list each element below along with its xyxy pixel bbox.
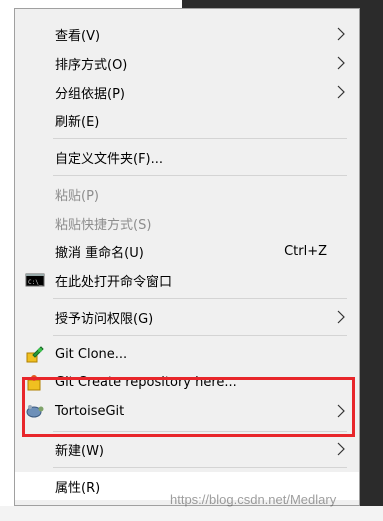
menu-item-tortoisegit[interactable]: TortoiseGit xyxy=(15,397,359,425)
chevron-right-icon xyxy=(337,310,345,324)
menu-separator xyxy=(53,335,347,336)
menu-item-grant-access[interactable]: 授予访问权限(G) xyxy=(15,303,359,331)
menu-item-new[interactable]: 新建(W) xyxy=(15,435,359,463)
shortcut-text: Ctrl+Z xyxy=(284,243,327,259)
background-window-edge xyxy=(182,0,383,8)
menu-separator xyxy=(53,298,347,299)
menu-item-git-clone[interactable]: Git Clone... xyxy=(15,340,359,368)
git-clone-icon xyxy=(26,346,44,363)
menu-separator xyxy=(53,138,347,139)
context-menu: 查看(V) 排序方式(O) 分组依据(P) 刷新(E) 自定义文件夹(F)...… xyxy=(14,8,360,506)
chevron-right-icon xyxy=(337,56,345,70)
menu-separator xyxy=(53,467,347,468)
menu-item-refresh[interactable]: 刷新(E) xyxy=(15,106,359,134)
menu-item-view[interactable]: 查看(V) xyxy=(15,20,359,48)
svg-text:C:\_: C:\_ xyxy=(28,279,43,286)
menu-item-group-by[interactable]: 分组依据(P) xyxy=(15,78,359,106)
watermark-text: https://blog.csdn.net/Medlary xyxy=(170,492,337,507)
command-prompt-icon: C:\_ xyxy=(25,273,45,287)
chevron-right-icon xyxy=(337,442,345,456)
menu-item-paste-shortcut: 粘贴快捷方式(S) xyxy=(55,217,152,233)
chevron-right-icon xyxy=(337,404,345,418)
menu-item-git-create-repository[interactable]: Git Create repository here... xyxy=(15,368,359,396)
git-create-repo-icon xyxy=(27,375,41,391)
menu-item-undo-rename[interactable]: 撤消 重命名(U) Ctrl+Z xyxy=(15,237,359,265)
tortoisegit-icon xyxy=(26,405,44,418)
bottom-margin xyxy=(0,506,383,521)
menu-item-paste: 粘贴(P) xyxy=(55,188,99,204)
menu-separator xyxy=(53,431,347,432)
chevron-right-icon xyxy=(337,27,345,41)
menu-separator xyxy=(53,175,347,176)
menu-item-sort-by[interactable]: 排序方式(O) xyxy=(15,49,359,77)
menu-item-customize-folder[interactable]: 自定义文件夹(F)... xyxy=(15,143,359,171)
menu-item-open-command-window[interactable]: C:\_ 在此处打开命令窗口 xyxy=(15,266,359,294)
chevron-right-icon xyxy=(337,85,345,99)
background-window-right xyxy=(360,0,383,521)
